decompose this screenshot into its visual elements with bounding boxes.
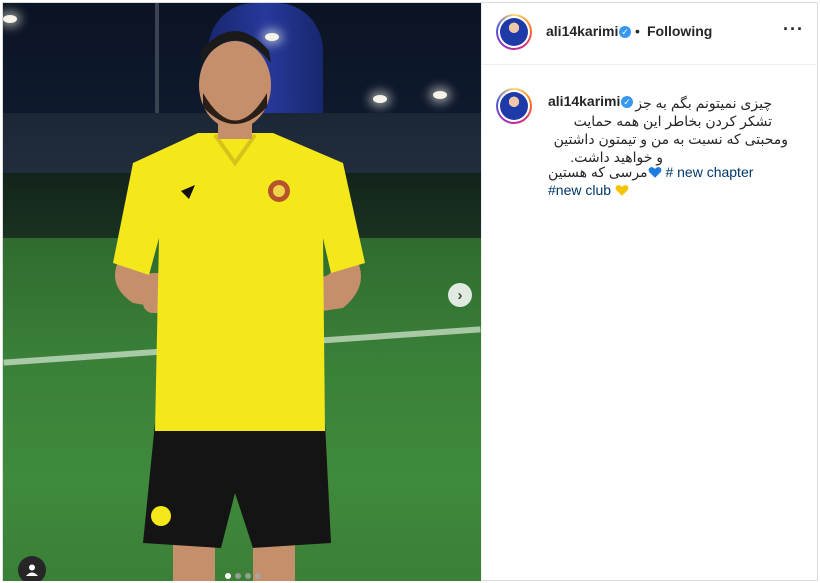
caption-line: تشکر کردن بخاطر این همه حمایت [573, 113, 772, 129]
user-tag-icon [26, 564, 38, 576]
chevron-right-icon: › [457, 286, 463, 304]
caption-line: چیزی نمیتونم بگم به جز [635, 95, 772, 111]
carousel-dot [235, 573, 241, 579]
carousel-next-button[interactable]: › [448, 283, 472, 307]
header-username[interactable]: ali14karimi [546, 23, 618, 39]
following-button[interactable]: Following [647, 23, 712, 39]
caption-text: مرسی که هستین [548, 164, 648, 180]
post-side-panel: ali14karimi ✓ • Following ··· ali14karim… [481, 3, 818, 581]
user-tag-button[interactable] [18, 556, 46, 581]
carousel-dot [255, 573, 261, 579]
carousel-dot [245, 573, 251, 579]
post-photo[interactable]: › [3, 3, 481, 581]
caption-line: #new club [548, 182, 629, 198]
hashtag-link[interactable]: # new chapter [665, 164, 753, 180]
stadium-light [433, 91, 447, 99]
caption-line: ومحبتی که نسبت به من و تیمتون داشتین [553, 131, 788, 147]
blue-heart-icon [648, 167, 661, 178]
hashtag-link[interactable]: #new club [548, 182, 611, 198]
player-figure [113, 31, 365, 581]
caption-username[interactable]: ali14karimi [548, 93, 620, 109]
stadium-light [3, 15, 17, 23]
post-header: ali14karimi ✓ • Following ··· [482, 3, 818, 65]
carousel-dot [225, 573, 231, 579]
verified-badge-icon: ✓ [619, 26, 631, 38]
caption-line: مرسی که هستین # new chapter [548, 164, 753, 181]
verified-badge-icon: ✓ [621, 96, 633, 108]
stadium-light [373, 95, 387, 103]
more-options-button[interactable]: ··· [783, 19, 804, 40]
header-separator: • [635, 23, 640, 39]
caption-avatar[interactable] [496, 88, 532, 124]
carousel-dots [225, 573, 261, 579]
avatar[interactable] [496, 14, 532, 50]
yellow-heart-icon [615, 185, 629, 196]
